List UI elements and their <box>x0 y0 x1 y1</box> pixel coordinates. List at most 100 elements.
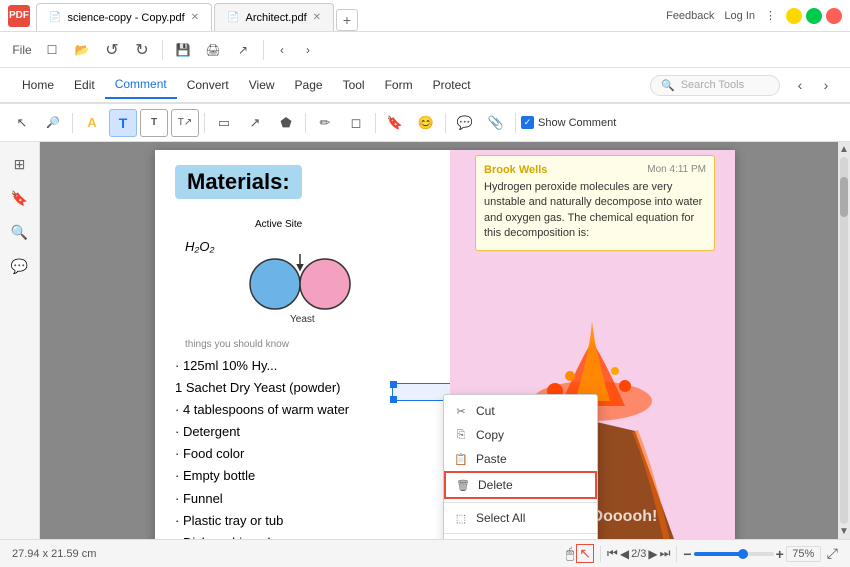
menu-sep-2 <box>263 40 264 60</box>
feedback-link[interactable]: Feedback <box>666 10 714 22</box>
active-site-label: Active Site <box>255 219 302 230</box>
ribbon-convert[interactable]: Convert <box>177 72 239 98</box>
scroll-track[interactable] <box>840 157 848 524</box>
zoom-slider-container[interactable] <box>694 552 774 556</box>
ribbon-home[interactable]: Home <box>12 72 64 98</box>
tab-architect[interactable]: 📄 Architect.pdf ✕ <box>214 3 334 31</box>
toolbar: ↖ 🔎 A T T T↗ ▭ ↗ ⬟ ✏ ◻ 🔖 😊 💬 📎 ✓ Show Co… <box>0 104 850 142</box>
nav-back-2[interactable]: ‹ <box>788 73 812 97</box>
text-tool[interactable]: T <box>109 109 137 137</box>
arrow-tool[interactable]: ↗ <box>241 109 269 137</box>
sidebar-comment[interactable]: 💬 <box>6 252 34 280</box>
content-area: ⊞ 🔖 🔍 💬 Materials: H₂O₂ Active Site <box>0 142 850 539</box>
ribbon-tool[interactable]: Tool <box>333 72 375 98</box>
selection-handle-bl[interactable] <box>390 396 397 403</box>
new-doc-button[interactable]: ☐ <box>38 36 66 64</box>
zoom-out-btn[interactable]: − <box>683 546 691 562</box>
tab-close-architect[interactable]: ✕ <box>313 12 321 23</box>
ribbon-form[interactable]: Form <box>375 72 423 98</box>
status-bar: 27.94 x 21.59 cm 🖱 ↖ ⏮ ◀ 2/3 ▶ ⏭ − + 75%… <box>0 539 850 567</box>
sidebar-bookmark[interactable]: 🔖 <box>6 184 34 212</box>
undo-button[interactable]: ↺ <box>98 36 126 64</box>
ribbon-page[interactable]: Page <box>285 72 333 98</box>
tabs-area: 📄 science-copy - Copy.pdf ✕ 📄 Architect.… <box>36 0 666 31</box>
nav-forward-2[interactable]: › <box>814 73 838 97</box>
dimensions-label: 27.94 x 21.59 cm <box>12 548 96 560</box>
ribbon-view[interactable]: View <box>239 72 285 98</box>
prev-page-btn[interactable]: ◀ <box>620 547 629 561</box>
ctx-cut[interactable]: ✂ Cut <box>444 399 597 423</box>
select-mode-icon[interactable]: ↖ <box>576 544 594 563</box>
close-button[interactable] <box>826 8 842 24</box>
list-item: · Plastic tray or tub <box>175 510 435 532</box>
tool-sep-3 <box>305 113 306 133</box>
scroll-thumb[interactable] <box>840 177 848 217</box>
selection-handle-tl[interactable] <box>390 381 397 388</box>
cursor-tool[interactable]: ↖ <box>8 109 36 137</box>
scrollbar[interactable]: ▲ ▼ <box>838 142 850 539</box>
cursor-mode-icon[interactable]: 🖱 <box>566 545 574 562</box>
tab-science-copy[interactable]: 📄 science-copy - Copy.pdf ✕ <box>36 3 212 31</box>
more-options[interactable]: ⋮ <box>765 9 776 22</box>
nav-back[interactable]: ‹ <box>270 38 294 62</box>
list-item: · Food color <box>175 443 435 465</box>
cut-icon: ✂ <box>454 404 468 418</box>
tab-close-science[interactable]: ✕ <box>191 12 199 23</box>
nav-forward[interactable]: › <box>296 38 320 62</box>
menu-bar: File ☐ 📂 ↺ ↻ 💾 🖨 ↗ ‹ › <box>0 32 850 68</box>
ctx-select-all[interactable]: ⬚ Select All <box>444 506 597 530</box>
delete-icon: 🗑 <box>456 478 470 492</box>
redo-button[interactable]: ↻ <box>128 36 156 64</box>
paste-icon: 📋 <box>454 452 468 466</box>
scroll-down[interactable]: ▼ <box>839 526 849 537</box>
save-button[interactable]: 💾 <box>169 36 197 64</box>
ribbon-protect[interactable]: Protect <box>423 72 481 98</box>
ribbon-comment[interactable]: Comment <box>105 71 177 99</box>
sidebar-thumbnail[interactable]: ⊞ <box>6 150 34 178</box>
comment-tool[interactable]: 💬 <box>451 109 479 137</box>
ctx-delete[interactable]: 🗑 Delete <box>444 471 597 499</box>
zoom-in-btn[interactable]: + <box>776 546 784 562</box>
ribbon-search-box[interactable]: 🔍 Search Tools <box>650 75 780 96</box>
highlight-tool[interactable]: A <box>78 109 106 137</box>
ctx-paste[interactable]: 📋 Paste <box>444 447 597 471</box>
attachment-tool[interactable]: 📎 <box>482 109 510 137</box>
print-button[interactable]: 🖨 <box>199 36 227 64</box>
shapes-tool[interactable]: ⬟ <box>272 109 300 137</box>
molecule-diagram: Yeast <box>235 234 415 324</box>
sidebar-search[interactable]: 🔍 <box>6 218 34 246</box>
new-tab-button[interactable]: + <box>336 9 358 31</box>
context-menu: ✂ Cut ⎘ Copy 📋 Paste 🗑 <box>443 394 598 539</box>
pdf-viewport: Materials: H₂O₂ Active Site <box>40 142 850 539</box>
scroll-up[interactable]: ▲ <box>839 144 849 155</box>
zoom-tool[interactable]: 🔎 <box>39 109 67 137</box>
sticker-tool[interactable]: 😊 <box>412 109 440 137</box>
callout-tool[interactable]: T↗ <box>171 109 199 137</box>
tool-sep-5 <box>445 113 446 133</box>
text-box-tool[interactable]: T <box>140 109 168 137</box>
last-page-btn[interactable]: ⏭ <box>660 546 671 561</box>
ctx-copy[interactable]: ⎘ Copy <box>444 423 597 447</box>
stamp-tool[interactable]: 🔖 <box>381 109 409 137</box>
pen-tool[interactable]: ✏ <box>311 109 339 137</box>
first-page-btn[interactable]: ⏮ <box>607 546 618 561</box>
next-page-btn[interactable]: ▶ <box>648 547 657 561</box>
file-menu[interactable]: File <box>8 36 36 64</box>
zoom-thumb[interactable] <box>738 549 748 559</box>
login-link[interactable]: Log In <box>724 10 755 22</box>
eraser-tool[interactable]: ◻ <box>342 109 370 137</box>
pdf-left-panel: Materials: H₂O₂ Active Site <box>155 150 455 539</box>
rectangle-tool[interactable]: ▭ <box>210 109 238 137</box>
ribbon-edit[interactable]: Edit <box>64 72 105 98</box>
fit-page-btn[interactable]: ⤢ <box>827 545 838 562</box>
minimize-button[interactable] <box>786 8 802 24</box>
open-button[interactable]: 📂 <box>68 36 96 64</box>
title-bar-right: Feedback Log In ⋮ <box>666 9 776 22</box>
zoom-slider[interactable] <box>694 552 774 556</box>
ctx-set-default[interactable]: ◎ Set as Default <box>444 537 597 539</box>
share-button[interactable]: ↗ <box>229 36 257 64</box>
show-comment-checkbox[interactable]: ✓ <box>521 116 534 129</box>
maximize-button[interactable] <box>806 8 822 24</box>
svg-text:Yeast: Yeast <box>290 314 315 324</box>
zoom-percent[interactable]: 75% <box>786 546 821 562</box>
